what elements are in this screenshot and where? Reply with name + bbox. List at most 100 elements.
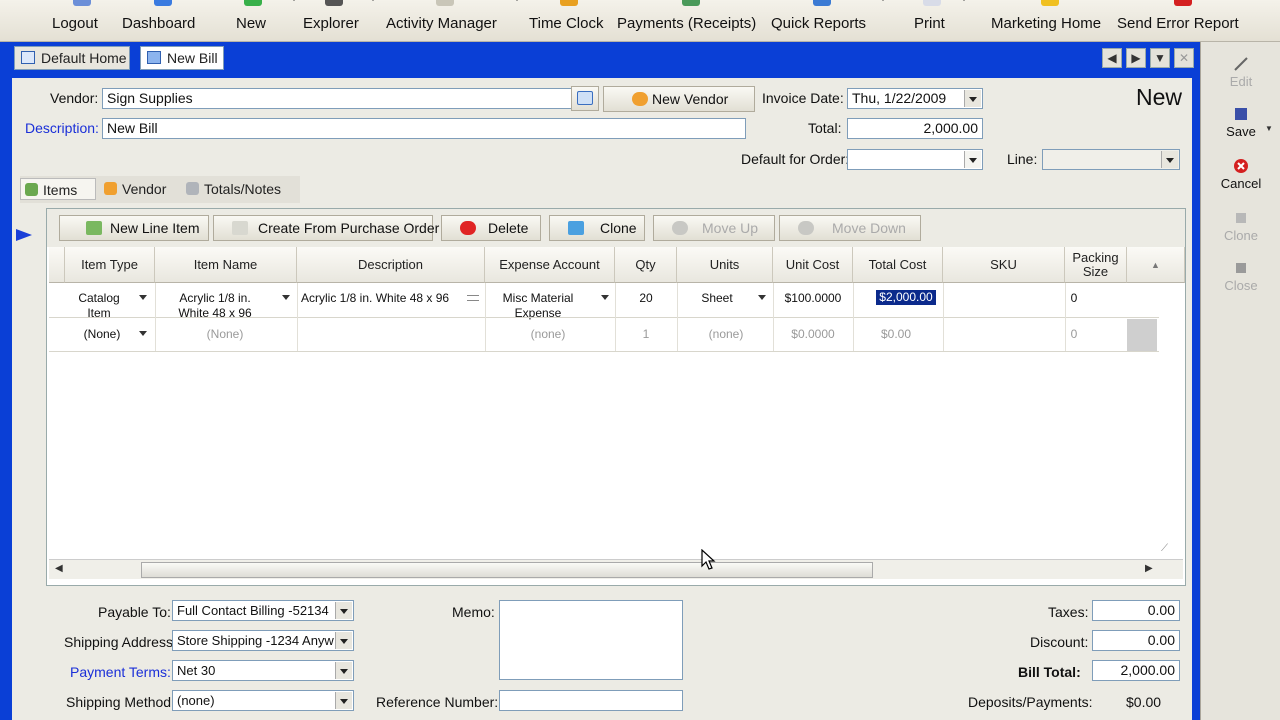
description-expand-icon[interactable]	[467, 295, 479, 301]
cell-total-cost-selected[interactable]: $2,000.00	[876, 290, 936, 305]
quick-reports-button[interactable]: Quick Reports	[771, 0, 873, 42]
item-name-dropdown-icon[interactable]	[282, 295, 290, 300]
description-field[interactable]: New Bill	[102, 118, 746, 139]
taxes-field[interactable]: 0.00	[1092, 600, 1180, 621]
activity-dropdown-arrow[interactable]	[513, 0, 521, 1]
cell-packing-size[interactable]: 0	[1065, 327, 1083, 342]
cell-unit-cost[interactable]: $0.0000	[773, 327, 853, 342]
description-label[interactable]: Description:	[25, 120, 99, 136]
logout-button[interactable]: Logout	[52, 0, 112, 42]
default-order-field[interactable]	[847, 149, 983, 170]
cell-total-cost[interactable]: $0.00	[853, 327, 939, 342]
cell-item-name[interactable]: (None)	[165, 327, 285, 342]
cell-item-type[interactable]: (None)	[69, 327, 135, 342]
line-dropdown-icon[interactable]	[1161, 151, 1178, 168]
shipping-method-field[interactable]: (none)	[172, 690, 354, 711]
row-selector-cell[interactable]	[1127, 319, 1157, 351]
new-line-item-button[interactable]: New Line Item	[59, 215, 209, 241]
col-qty[interactable]: Qty	[615, 247, 677, 283]
move-up-button[interactable]: Move Up	[653, 215, 775, 241]
memo-field[interactable]	[499, 600, 683, 680]
horizontal-scrollbar[interactable]: ◀ ▶	[49, 559, 1183, 579]
reference-number-field[interactable]	[499, 690, 683, 711]
tab-next-button[interactable]: ▶	[1126, 48, 1146, 68]
total-label: Total:	[808, 120, 842, 136]
col-sku[interactable]: SKU	[943, 247, 1065, 283]
col-description[interactable]: Description	[297, 247, 485, 283]
time-clock-button[interactable]: Time Clock	[529, 0, 609, 42]
cell-description[interactable]: Acrylic 1/8 in. White 48 x 96	[301, 291, 457, 306]
payment-terms-label[interactable]: Payment Terms:	[70, 664, 171, 680]
close-button[interactable]: Close	[1201, 260, 1280, 293]
scroll-left-icon[interactable]: ◀	[55, 563, 63, 574]
tab-prev-button[interactable]: ◀	[1102, 48, 1122, 68]
reports-dropdown-arrow[interactable]	[879, 0, 887, 1]
delete-button[interactable]: Delete	[441, 215, 541, 241]
cell-qty[interactable]: 1	[615, 327, 677, 342]
item-type-dropdown-icon[interactable]	[139, 295, 147, 300]
payments-button[interactable]: Payments (Receipts)	[617, 0, 765, 42]
tab-items[interactable]: Items	[20, 178, 96, 200]
scroll-thumb[interactable]	[141, 562, 873, 578]
home-tab-icon	[21, 51, 35, 64]
col-item-type[interactable]: Item Type	[65, 247, 155, 283]
col-total-cost[interactable]: Total Cost	[853, 247, 943, 283]
edit-button[interactable]: Edit	[1201, 56, 1280, 89]
col-item-name[interactable]: Item Name	[155, 247, 297, 283]
save-button[interactable]: Save	[1201, 106, 1280, 139]
dashboard-button[interactable]: Dashboard	[122, 0, 204, 42]
send-error-report-button[interactable]: Send Error Report	[1117, 0, 1249, 42]
units-dropdown-icon[interactable]	[758, 295, 766, 300]
vendor-field[interactable]: Sign Supplies	[102, 88, 582, 109]
marketing-home-button[interactable]: Marketing Home	[991, 0, 1109, 42]
invoice-date-field[interactable]: Thu, 1/22/2009	[847, 88, 983, 109]
item-type-dropdown-icon[interactable]	[139, 331, 147, 336]
cell-unit-cost[interactable]: $100.0000	[773, 291, 853, 306]
shipping-method-dropdown-icon[interactable]	[335, 692, 352, 709]
col-expense-account[interactable]: Expense Account	[485, 247, 615, 283]
clone-side-button[interactable]: Clone	[1201, 210, 1280, 243]
date-dropdown-icon[interactable]	[964, 90, 981, 107]
tab-list-button[interactable]: ▼	[1150, 48, 1170, 68]
cell-qty[interactable]: 20	[615, 291, 677, 306]
cell-packing-size[interactable]: 0	[1065, 291, 1083, 306]
line-field[interactable]	[1042, 149, 1180, 170]
tab-new-bill[interactable]: New Bill	[140, 46, 224, 70]
payment-terms-field[interactable]: Net 30	[172, 660, 354, 681]
cell-expense-account[interactable]: (none)	[493, 327, 603, 342]
explorer-dropdown-arrow[interactable]	[369, 0, 377, 1]
cell-units[interactable]: (none)	[687, 327, 765, 342]
shipping-address-dropdown-icon[interactable]	[335, 632, 352, 649]
activity-manager-button[interactable]: Activity Manager	[386, 0, 504, 42]
scroll-up-icon[interactable]: ▲	[1151, 258, 1160, 272]
print-dropdown-arrow[interactable]	[960, 0, 968, 1]
resize-grip-icon[interactable]: ⟋	[1161, 543, 1168, 554]
shipping-address-field[interactable]: Store Shipping -1234 Anyw	[172, 630, 354, 651]
col-unit-cost[interactable]: Unit Cost	[773, 247, 853, 283]
clone-button[interactable]: Clone	[549, 215, 645, 241]
tab-totals-notes[interactable]: Totals/Notes	[182, 178, 294, 200]
order-lookup-icon[interactable]	[964, 151, 981, 168]
tab-default-home[interactable]: Default Home	[14, 46, 130, 70]
discount-field[interactable]: 0.00	[1092, 630, 1180, 651]
payable-to-field[interactable]: Full Contact Billing -52134	[172, 600, 354, 621]
move-down-button[interactable]: Move Down	[779, 215, 921, 241]
new-button[interactable]: New	[236, 0, 270, 42]
payment-terms-dropdown-icon[interactable]	[335, 662, 352, 679]
explorer-button[interactable]: Explorer	[303, 0, 365, 42]
scroll-right-icon[interactable]: ▶	[1145, 563, 1153, 574]
payable-to-dropdown-icon[interactable]	[335, 602, 352, 619]
tab-vendor[interactable]: Vendor	[100, 178, 180, 200]
col-packing-size[interactable]: Packing Size	[1065, 247, 1127, 283]
col-units[interactable]: Units	[677, 247, 773, 283]
create-from-po-button[interactable]: Create From Purchase Order	[213, 215, 439, 241]
cell-units[interactable]: Sheet	[687, 291, 747, 306]
expense-dropdown-icon[interactable]	[601, 295, 609, 300]
new-vendor-button[interactable]: New Vendor	[603, 86, 755, 112]
cancel-button[interactable]: Cancel	[1201, 158, 1280, 191]
new-dropdown-arrow[interactable]	[290, 0, 298, 1]
save-dropdown-arrow[interactable]: ▼	[1265, 124, 1273, 133]
vendor-lookup-button[interactable]	[571, 86, 599, 111]
print-button[interactable]: Print	[914, 0, 950, 42]
tab-close-button[interactable]: ✕	[1174, 48, 1194, 68]
